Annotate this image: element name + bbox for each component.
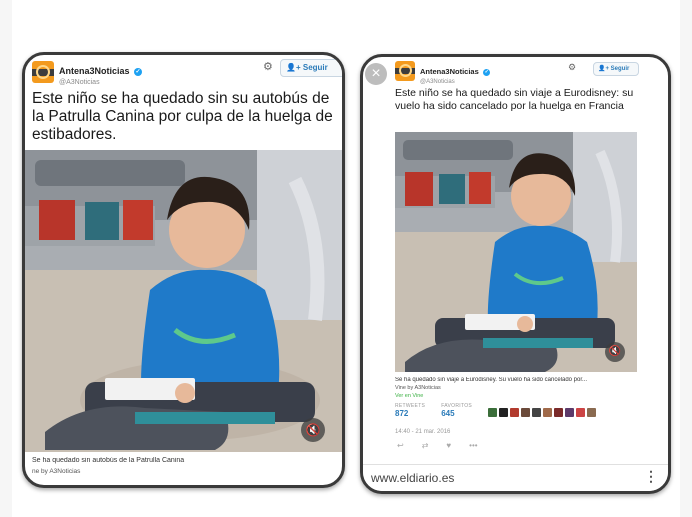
avatar[interactable]	[543, 408, 553, 417]
tweet-timestamp[interactable]: 14:40 - 21 mar. 2016	[395, 429, 450, 435]
favoriter-avatars	[488, 408, 597, 417]
tweet-text: Este niño se ha quedado sin su autobús d…	[32, 90, 333, 143]
avatar[interactable]	[532, 408, 542, 417]
avatar[interactable]	[554, 408, 564, 417]
mute-icon[interactable]: 🔇	[605, 342, 625, 362]
tweet-actions: ↩ ⇄ ♥ •••	[397, 441, 478, 450]
tweet-photo[interactable]: 🔇	[25, 150, 342, 452]
video-caption: Se ha quedado sin autobús de la Patrulla…	[32, 457, 185, 464]
view-on-vine-link[interactable]: Ver en Vine	[395, 393, 423, 399]
tweet-header: Antena3Noticias ✓ @A3Noticias	[395, 61, 491, 86]
mute-icon[interactable]: 🔇	[301, 418, 325, 442]
follow-button[interactable]: 👤+ Seguir	[280, 59, 342, 77]
avatar[interactable]	[587, 408, 597, 417]
antena3-logo	[395, 61, 415, 81]
gear-icon[interactable]: ⚙	[568, 62, 576, 73]
favorites-stat[interactable]: FAVORITOS 645	[441, 403, 472, 418]
follow-button[interactable]: 👤+ Seguir	[593, 62, 639, 76]
boy-photo-illustration	[25, 150, 342, 452]
more-icon[interactable]: •••	[469, 441, 477, 450]
account-block: Antena3Noticias ✓ @A3Noticias	[420, 61, 491, 86]
account-name[interactable]: Antena3Noticias	[59, 66, 130, 76]
antena3-logo	[32, 61, 54, 83]
avatar[interactable]	[510, 408, 520, 417]
gear-icon[interactable]: ⚙	[263, 60, 273, 73]
verified-icon: ✓	[133, 68, 142, 76]
account-name[interactable]: Antena3Noticias	[420, 67, 479, 76]
verified-icon: ✓	[483, 69, 491, 76]
avatar[interactable]	[521, 408, 531, 417]
tweet-header: Antena3Noticias ✓ @A3Noticias	[32, 61, 142, 86]
retweet-icon[interactable]: ⇄	[422, 441, 429, 450]
tweet-card-left: Antena3Noticias ✓ @A3Noticias ⚙ 👤+ Segui…	[22, 52, 345, 488]
video-caption: Se ha quedado sin viaje a Eurodisney. Su…	[395, 377, 588, 383]
favorite-icon[interactable]: ♥	[446, 441, 451, 450]
tweet-card-right: × Antena3Noticias ✓ @A3Noticias ⚙ 👤+ Seg…	[360, 54, 671, 494]
vine-by[interactable]: ne by A3Noticias	[32, 468, 80, 475]
account-handle[interactable]: @A3Noticias	[59, 79, 142, 87]
account-block: Antena3Noticias ✓ @A3Noticias	[59, 61, 142, 86]
follow-user-icon: 👤+	[598, 66, 609, 72]
avatar[interactable]	[499, 408, 509, 417]
avatar[interactable]	[488, 408, 498, 417]
account-handle[interactable]: @A3Noticias	[420, 79, 490, 86]
tweet-photo[interactable]: 🔇	[395, 132, 637, 372]
reply-icon[interactable]: ↩	[397, 441, 404, 450]
retweets-stat[interactable]: RETWEETS 872	[395, 403, 425, 418]
avatar[interactable]	[565, 408, 575, 417]
tweet-text: Este niño se ha quedado sin viaje a Euro…	[395, 87, 634, 112]
browser-url-bar: www.eldiario.es ⋮	[363, 464, 668, 491]
follow-user-icon: 👤+	[286, 63, 301, 72]
retweets-count: 872	[395, 409, 409, 418]
follow-label: Seguir	[610, 66, 630, 72]
boy-photo-illustration	[395, 132, 637, 372]
avatar[interactable]	[576, 408, 586, 417]
kebab-menu-icon[interactable]: ⋮	[644, 468, 658, 485]
tweet-stats: RETWEETS 872 FAVORITOS 645	[395, 403, 597, 418]
favorites-count: 645	[441, 409, 455, 418]
url-text[interactable]: www.eldiario.es	[371, 471, 454, 485]
vine-by[interactable]: Vine by A3Noticias	[395, 385, 441, 391]
close-icon[interactable]: ×	[365, 63, 387, 85]
follow-label: Seguir	[302, 63, 328, 72]
